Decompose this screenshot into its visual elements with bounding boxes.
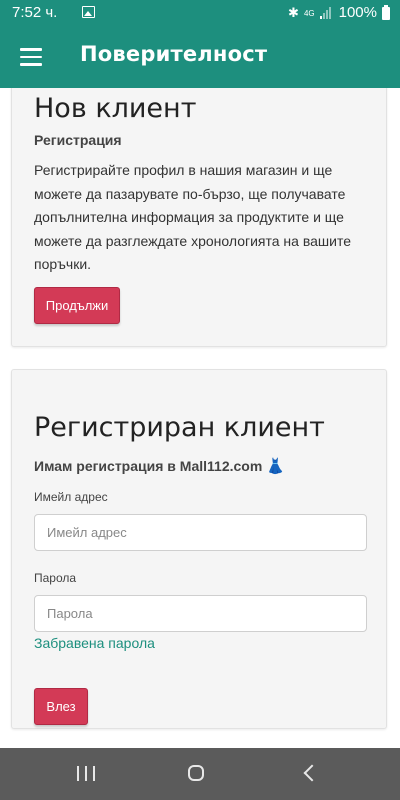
registered-customer-subheading-text: Имам регистрация в Mall112.com xyxy=(34,458,263,474)
email-field[interactable] xyxy=(34,514,367,551)
hamburger-menu-icon[interactable] xyxy=(20,48,42,66)
main-content[interactable]: Нов клиент Регистрация Регистрирайте про… xyxy=(0,88,400,748)
login-button[interactable]: Влез xyxy=(34,688,88,725)
back-icon[interactable] xyxy=(303,764,321,782)
image-icon xyxy=(82,6,95,18)
app-bar: Поверителност xyxy=(0,26,400,88)
registered-customer-subheading: Имам регистрация в Mall112.com 👗 xyxy=(34,457,285,475)
battery-percent: 100% xyxy=(338,4,377,21)
bluetooth-icon: ✱ xyxy=(288,5,299,20)
new-customer-subheading: Регистрация xyxy=(34,132,122,148)
network-type: 4G xyxy=(303,8,315,18)
system-nav-bar xyxy=(0,748,400,800)
battery-icon xyxy=(382,4,390,20)
password-field[interactable] xyxy=(34,595,367,632)
new-customer-card: Нов клиент Регистрация Регистрирайте про… xyxy=(11,88,387,347)
home-icon[interactable] xyxy=(188,765,204,781)
status-bar: 7:52 ч. ✱ 4G 100% xyxy=(0,0,400,26)
page-title: Поверителност xyxy=(80,42,268,66)
registered-customer-heading: Регистриран клиент xyxy=(34,412,325,443)
new-customer-heading: Нов клиент xyxy=(34,93,197,124)
status-right: ✱ 4G 100% xyxy=(288,0,390,26)
recent-apps-icon[interactable] xyxy=(77,766,95,781)
new-customer-description: Регистрирайте профил в нашия магазин и щ… xyxy=(34,162,351,272)
email-label: Имейл адрес xyxy=(34,490,108,504)
password-label: Парола xyxy=(34,571,77,585)
screen: 7:52 ч. ✱ 4G 100% Поверителност Нов клие… xyxy=(0,0,400,800)
continue-button[interactable]: Продължи xyxy=(34,287,120,324)
status-time: 7:52 ч. xyxy=(12,4,58,21)
dress-icon: 👗 xyxy=(266,458,285,475)
forgot-password-link[interactable]: Забравена парола xyxy=(34,635,155,651)
signal-icon xyxy=(319,7,334,19)
registered-customer-card: Регистриран клиент Имам регистрация в Ma… xyxy=(11,369,387,729)
